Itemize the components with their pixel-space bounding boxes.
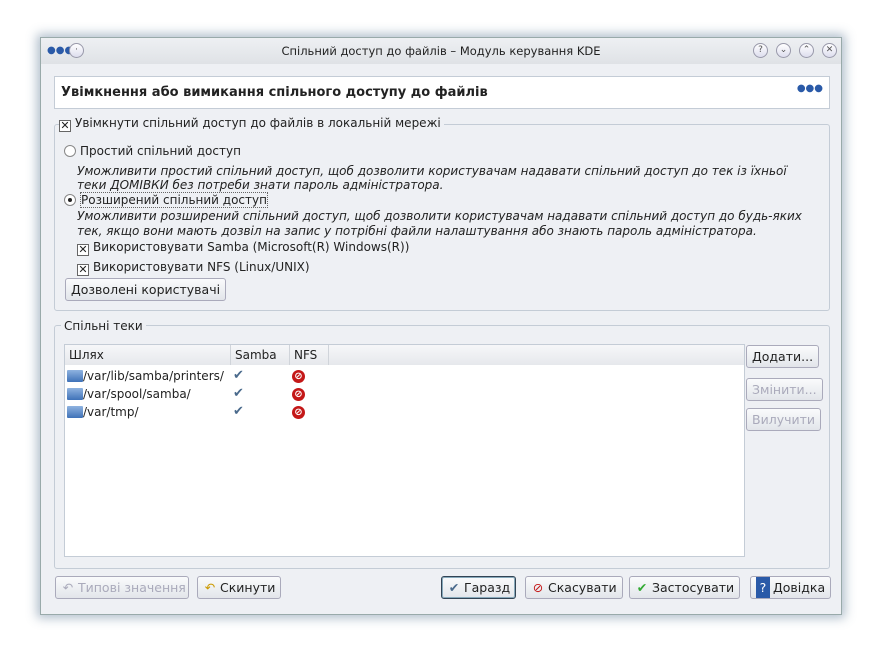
cancel-icon: ⊘ [532,580,544,595]
add-button[interactable]: Додати... [746,345,820,368]
advanced-sharing-label: Розширений спільний доступ [80,192,268,208]
nfs-disabled-icon: ⊘ [292,406,305,419]
row-path: /var/lib/samba/printers/ [83,369,224,383]
maximize-button[interactable]: ⌃ [799,43,814,58]
page-header: Увімкнення або вимикання спільного досту… [54,76,830,109]
help-button[interactable]: ? [753,43,768,58]
remove-button[interactable]: Вилучити [746,408,822,431]
use-nfs-label: Використовувати NFS (Linux/UNIX) [93,260,310,274]
defaults-label: Типові значення [78,580,186,595]
advanced-desc-2: тек, якщо вони мають дозвіл на запис у п… [77,224,757,238]
samba-check-icon: ✔ [233,404,244,419]
column-path[interactable]: Шлях [65,345,231,365]
advanced-desc: Уможливити розширений спільний доступ, щ… [77,209,802,223]
menu-button[interactable]: · [69,43,84,58]
modify-button[interactable]: Змінити... [746,378,823,401]
help-dialog-button[interactable]: ? Довідка [750,576,832,599]
checkbox-icon: ✕ [59,119,71,132]
samba-check-icon: ✔ [233,386,244,401]
window-title: Спільний доступ до файлів – Модуль керув… [281,44,601,58]
checkbox-icon: ✕ [77,263,89,276]
simple-sharing-radio[interactable]: Простий спільний доступ [64,144,241,158]
folder-icon [67,370,83,382]
cancel-button[interactable]: ⊘ Скасувати [525,576,623,599]
check-icon: ✔ [448,580,460,595]
table-row[interactable]: /var/lib/samba/printers/ [67,367,742,385]
nfs-disabled-icon: ⊘ [292,370,305,383]
ok-label: Гаразд [464,580,511,595]
ok-button[interactable]: ✔ Гаразд [441,576,517,599]
table-row[interactable]: /var/spool/samba/ [67,385,742,403]
help-icon: ? [756,577,770,598]
close-button[interactable]: ✕ [822,43,837,58]
radio-icon [64,194,76,206]
simple-desc-2: теки ДОМІВКИ без потреби знати пароль ад… [77,178,444,192]
reset-icon: ↶ [204,580,216,595]
title-bar[interactable]: ●●● · Спільний доступ до файлів – Модуль… [41,38,841,64]
reset-label: Скинути [220,580,276,595]
column-samba[interactable]: Samba [231,345,290,365]
minimize-button[interactable]: ⌄ [776,43,791,58]
column-nfs[interactable]: NFS [290,345,329,365]
shared-folders-table[interactable]: Шлях Samba NFS /var/lib/samba/printers/ … [64,344,745,557]
folder-icon [67,406,83,418]
apply-button[interactable]: ✔ Застосувати [629,576,741,599]
use-samba-checkbox[interactable]: ✕ Використовувати Samba (Microsoft(R) Win… [77,240,409,256]
enable-sharing-label: Увімкнути спільний доступ до файлів в ло… [75,116,441,130]
row-path: /var/spool/samba/ [83,387,191,401]
file-sharing-icon: ●●● [796,83,823,94]
simple-sharing-label: Простий спільний доступ [80,144,241,158]
help-label: Довідка [773,580,826,595]
column-filler [329,345,744,365]
apply-label: Застосувати [652,580,735,595]
use-samba-label: Використовувати Samba (Microsoft(R) Wind… [93,240,410,254]
row-path: /var/tmp/ [83,405,139,419]
folder-icon [67,388,83,400]
apply-check-icon: ✔ [636,580,648,595]
page-title: Увімкнення або вимикання спільного досту… [61,85,488,100]
undo-icon: ↶ [62,580,74,595]
advanced-sharing-radio[interactable]: Розширений спільний доступ [64,192,268,208]
use-nfs-checkbox[interactable]: ✕ Використовувати NFS (Linux/UNIX) [77,260,310,276]
defaults-button[interactable]: ↶ Типові значення [55,576,189,599]
radio-icon [64,145,76,157]
kde-control-module-window: ●●● · Спільний доступ до файлів – Модуль… [40,37,842,615]
simple-desc: Уможливити простий спільний доступ, щоб … [77,164,787,178]
table-row[interactable]: /var/tmp/ [67,403,742,421]
enable-sharing-checkbox[interactable]: ✕ Увімкнути спільний доступ до файлів в л… [59,116,444,132]
samba-check-icon: ✔ [233,368,244,383]
checkbox-icon: ✕ [77,243,89,256]
reset-button[interactable]: ↶ Скинути [197,576,282,599]
cancel-label: Скасувати [548,580,617,595]
shared-folders-title: Спільні теки [61,319,146,333]
allowed-users-button[interactable]: Дозволені користувачі [65,278,227,301]
nfs-disabled-icon: ⊘ [292,388,305,401]
